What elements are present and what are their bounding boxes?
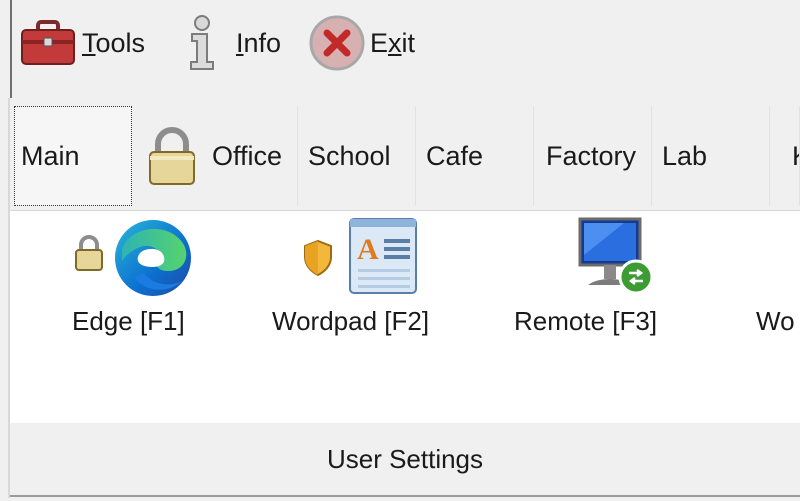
tab-school[interactable]: School <box>298 106 416 206</box>
app-edge[interactable]: Edge [F1] <box>60 211 230 351</box>
tab-factory[interactable]: Factory <box>534 106 652 206</box>
tab-office[interactable]: Office <box>134 106 298 206</box>
app-partial[interactable]: Wo <box>756 211 800 351</box>
remote-desktop-icon <box>574 215 658 299</box>
edge-icon <box>112 217 194 299</box>
close-circle-icon <box>308 14 366 72</box>
padlock-icon <box>146 126 198 186</box>
menu-tools-label: Tools <box>82 27 146 58</box>
app-remote[interactable]: Remote [F3] <box>510 211 690 351</box>
bottom-bar: User Settings <box>10 423 800 497</box>
lock-icon <box>72 233 106 273</box>
menu-bar: Tools Info Exit <box>10 0 800 98</box>
menu-info[interactable]: Info <box>182 14 281 72</box>
app-remote-label: Remote [F3] <box>514 306 658 336</box>
tab-lab[interactable]: Lab <box>652 106 770 206</box>
menu-exit-label: Exit <box>370 27 416 58</box>
tab-label: K <box>792 141 799 172</box>
tab-k[interactable]: K <box>770 106 800 206</box>
svg-text:A: A <box>357 233 379 266</box>
tab-cafe[interactable]: Cafe <box>416 106 534 206</box>
tab-label: Factory <box>546 140 637 171</box>
tab-label: Main <box>21 140 80 171</box>
shield-icon <box>302 239 334 277</box>
info-icon <box>182 14 222 72</box>
app-wordpad[interactable]: A Wordpad [F2] <box>272 211 472 351</box>
menu-info-label: Info <box>236 27 282 58</box>
tab-label: School <box>308 140 391 171</box>
tab-main[interactable]: Main <box>14 106 132 206</box>
app-panel: Edge [F1] A Wordpad [F2] Remote [F3] Wo <box>10 210 800 424</box>
wordpad-icon: A <box>348 217 420 297</box>
app-window: Tools Info Exit Main Office School Cafe … <box>0 0 800 501</box>
user-settings-button[interactable]: User Settings <box>10 423 800 495</box>
tab-label: Cafe <box>426 140 484 171</box>
app-partial-label: Wo <box>756 306 795 336</box>
toolbox-icon <box>20 18 76 68</box>
tab-strip: Main Office School Cafe Factory Lab <box>10 104 800 210</box>
tab-label: Lab <box>662 140 708 171</box>
menu-tools[interactable]: Tools <box>20 14 145 72</box>
app-edge-label: Edge [F1] <box>72 306 185 336</box>
menu-exit[interactable]: Exit <box>308 14 415 72</box>
tab-label: Office <box>212 140 283 171</box>
app-wordpad-label: Wordpad [F2] <box>272 306 430 336</box>
